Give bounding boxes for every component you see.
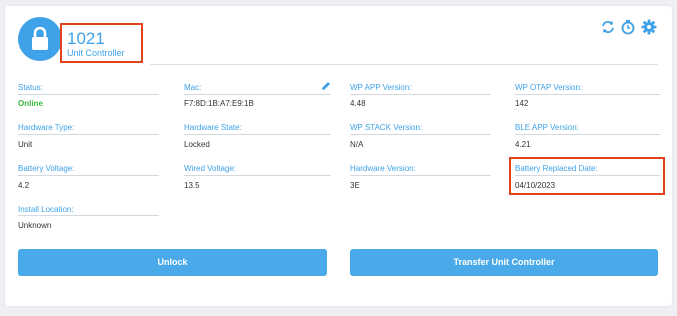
wp-stack-version-label: WP STACK Version: [350, 123, 423, 132]
install-location-value: Unknown [18, 221, 52, 230]
mac-divider [184, 94, 331, 95]
status-label: Status: [18, 83, 43, 92]
wp-app-version-value: 4.48 [350, 99, 366, 108]
status-divider [18, 94, 159, 95]
unlock-button[interactable]: Unlock [18, 249, 327, 276]
hardware-version-value: 3E [350, 181, 360, 190]
wired-voltage-divider [184, 175, 331, 176]
battery-replaced-date-value: 04/10/2023 [515, 181, 556, 190]
wp-stack-version-value: N/A [350, 140, 364, 149]
battery-voltage-value: 4.2 [18, 181, 30, 190]
wp-otap-version-value: 142 [515, 99, 529, 108]
wired-voltage-label: Wired Voltage: [184, 164, 237, 173]
mac-label: Mac: [184, 83, 202, 92]
hardware-type-value: Unit [18, 140, 33, 149]
ble-app-version-label: BLE APP Version: [515, 123, 579, 132]
wp-app-version-divider [350, 94, 491, 95]
install-location-divider [18, 215, 159, 216]
wp-otap-version-label: WP OTAP Version: [515, 83, 583, 92]
wp-app-version-label: WP APP Version: [350, 83, 412, 92]
transfer-unit-controller-button[interactable]: Transfer Unit Controller [350, 249, 658, 276]
mac-value: F7:8D:1B:A7:E9:1B [184, 99, 254, 108]
battery-voltage-divider [18, 175, 159, 176]
battery-replaced-date-divider [515, 175, 660, 176]
wp-stack-version-divider [350, 134, 491, 135]
hardware-state-label: Hardware State: [184, 123, 242, 132]
hardware-state-value: Locked [184, 140, 210, 149]
ble-app-version-value: 4.21 [515, 140, 531, 149]
unit-type: Unit Controller [67, 48, 125, 58]
unit-avatar [18, 17, 62, 61]
sync-icon[interactable] [600, 19, 616, 35]
gear-icon[interactable] [641, 19, 657, 35]
battery-replaced-date-label: Battery Replaced Date: [515, 164, 598, 173]
hardware-type-divider [18, 134, 159, 135]
header-divider [150, 64, 658, 65]
wired-voltage-value: 13.5 [184, 181, 200, 190]
edit-icon[interactable] [321, 81, 331, 91]
status-value: Online [18, 99, 43, 108]
ble-app-version-divider [515, 134, 660, 135]
wp-otap-version-divider [515, 94, 660, 95]
lock-icon [32, 27, 48, 50]
battery-voltage-label: Battery Voltage: [18, 164, 75, 173]
hardware-version-divider [350, 175, 491, 176]
install-location-label: Install Location: [18, 205, 74, 214]
unit-id: 1021 [67, 29, 105, 48]
hardware-version-label: Hardware Version: [350, 164, 416, 173]
timer-icon[interactable] [620, 19, 636, 35]
hardware-type-label: Hardware Type: [18, 123, 75, 132]
hardware-state-divider [184, 134, 331, 135]
